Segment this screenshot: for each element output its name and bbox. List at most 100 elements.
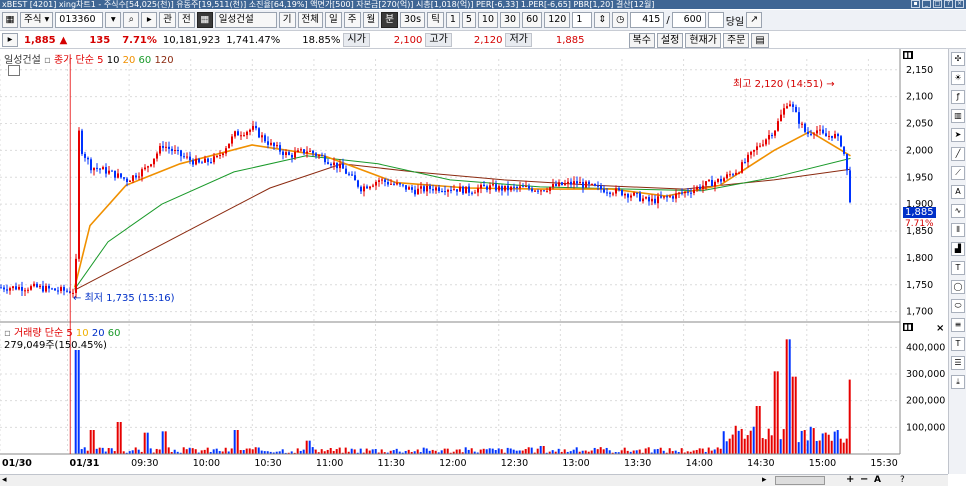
tool-indicator-icon[interactable]: ▥ xyxy=(951,109,965,123)
volume-bar xyxy=(731,434,734,454)
layout-icon[interactable]: ▤ xyxy=(751,32,769,48)
scroll-right-icon[interactable]: ▸ xyxy=(762,475,767,485)
interval-spin-input[interactable]: 1 xyxy=(572,12,593,28)
tool-all-icon[interactable]: ≡ xyxy=(951,318,965,332)
close-icon[interactable]: × xyxy=(955,0,964,8)
chart-area[interactable]: 2,150 2,100 2,050 2,000 1,950 1,900 1,850 1,800… xyxy=(0,49,966,486)
candle-body xyxy=(600,185,602,190)
candle-body xyxy=(141,169,143,177)
maximize-icon[interactable]: □ xyxy=(933,0,942,8)
volume-bar xyxy=(95,448,98,454)
candle-body xyxy=(447,189,449,192)
volume-bar xyxy=(632,450,635,454)
pin-icon[interactable]: ▪ xyxy=(911,0,920,8)
zoom-in-icon[interactable]: + xyxy=(846,474,854,485)
settings-button[interactable]: 설정 xyxy=(656,32,684,48)
order-button[interactable]: 주문 xyxy=(722,32,750,48)
candle-body xyxy=(582,181,584,188)
period-tick-button[interactable]: 틱 xyxy=(427,12,444,28)
scroll-left-icon[interactable]: ◂ xyxy=(2,475,7,485)
tool-trendline-icon[interactable]: ⟋ xyxy=(951,166,965,180)
tool-function-icon[interactable]: ƒ xyxy=(951,90,965,104)
period-button-gi[interactable]: 기 xyxy=(278,12,296,28)
stock-code-input[interactable]: 013360 xyxy=(55,12,104,28)
period-day-button[interactable]: 일 xyxy=(325,12,342,28)
tool-candle-icon[interactable]: ⫴ xyxy=(951,223,965,237)
candle-body xyxy=(480,184,482,189)
volume-bar xyxy=(257,447,260,454)
market-type-select[interactable]: 주식 ▾ xyxy=(20,12,54,28)
volume-bar xyxy=(359,448,362,454)
today-checkbox[interactable] xyxy=(707,12,724,28)
minute-5-button[interactable]: 5 xyxy=(461,12,476,28)
zoom-out-icon[interactable]: − xyxy=(860,474,868,485)
price-panel-menu-icon[interactable]: ▮▮ xyxy=(903,51,913,59)
next-arrow-icon[interactable]: ▸ xyxy=(141,12,158,28)
tool-bulb-icon[interactable]: ☀ xyxy=(951,71,965,85)
volume-bar xyxy=(326,449,329,454)
volume-panel-menu-icon[interactable]: ▮▮ xyxy=(903,323,913,331)
candle-body xyxy=(846,153,848,171)
minute-30-button[interactable]: 30 xyxy=(500,12,521,28)
period-button-all[interactable]: 전체 xyxy=(297,12,324,28)
help-question-icon[interactable]: ? xyxy=(900,475,905,485)
help-icon[interactable]: ? xyxy=(944,0,953,8)
minute-120-button[interactable]: 120 xyxy=(544,12,571,28)
tool-crosshair-icon[interactable]: ✣ xyxy=(951,52,965,66)
minute-10-button[interactable]: 10 xyxy=(477,12,498,28)
display-count-input[interactable]: 415 xyxy=(630,12,665,28)
horizontal-scrollbar[interactable]: ◂ ▸ + − A ? xyxy=(0,474,948,486)
tool-shape-icon[interactable]: ⬭ xyxy=(951,299,965,313)
clock-icon[interactable]: ◷ xyxy=(612,12,629,28)
code-dropdown-icon[interactable]: ▾ xyxy=(105,12,122,28)
volume-bar xyxy=(590,450,593,454)
tool-bar-icon[interactable]: ▟ xyxy=(951,242,965,256)
all-button[interactable]: 전 xyxy=(178,12,195,28)
open-label: 시가 xyxy=(343,33,370,47)
volume-bar xyxy=(89,430,92,454)
tool-text2-icon[interactable]: T xyxy=(951,337,965,351)
volume-panel-close-icon[interactable]: × xyxy=(936,323,944,334)
expand-icon[interactable]: ▸ xyxy=(2,33,18,47)
period-week-button[interactable]: 주 xyxy=(343,12,361,28)
tool-export-icon[interactable]: ⤓ xyxy=(951,375,965,389)
period-month-button[interactable]: 월 xyxy=(362,12,380,28)
candle-body xyxy=(576,181,578,184)
candle-body xyxy=(393,183,395,185)
panel-toggle-icon[interactable] xyxy=(8,65,20,76)
chart-style-icon[interactable]: ↗ xyxy=(746,12,763,28)
period-minute-button[interactable]: 분 xyxy=(381,12,399,28)
time-tick-label: 13:30 xyxy=(624,458,651,469)
chart-svg[interactable]: 2,1502,1002,0502,0001,9501,9001,8501,800… xyxy=(0,49,948,474)
tool-wave-icon[interactable]: ∿ xyxy=(951,204,965,218)
tool-line-icon[interactable]: ╱ xyxy=(951,147,965,161)
auto-scale-icon[interactable]: A xyxy=(874,475,881,485)
candle-body xyxy=(810,133,812,135)
quote-button[interactable]: 현재가 xyxy=(685,32,721,48)
period-30s-button[interactable]: 30s xyxy=(400,12,426,28)
search-icon[interactable]: ⌕ xyxy=(123,12,140,28)
candle-body xyxy=(669,196,671,198)
scroll-thumb[interactable] xyxy=(775,476,825,485)
tool-auto-icon[interactable]: A xyxy=(951,185,965,199)
time-tick-label: 12:00 xyxy=(439,458,466,469)
watch-button[interactable]: 관 xyxy=(159,12,177,28)
minimize-icon[interactable]: _ xyxy=(922,0,931,8)
chart-menu-icon[interactable]: ▦ xyxy=(2,12,18,28)
minute-1-button[interactable]: 1 xyxy=(445,12,460,28)
spin-arrows-icon[interactable]: ⇕ xyxy=(594,12,611,28)
candle-body xyxy=(258,128,260,138)
candle-body xyxy=(99,168,101,170)
tool-ellipse-icon[interactable]: ◯ xyxy=(951,280,965,294)
candle-body xyxy=(342,163,344,169)
total-count-input[interactable]: 600 xyxy=(671,12,706,28)
tool-cursor-icon[interactable]: ➤ xyxy=(951,128,965,142)
tool-text-icon[interactable]: T xyxy=(951,261,965,275)
candle-body xyxy=(678,192,680,194)
grid-icon[interactable]: ▦ xyxy=(196,12,213,28)
multi-button[interactable]: 복수 xyxy=(628,32,655,48)
price-tick-label: 1,750 xyxy=(906,280,933,291)
tool-list-icon[interactable]: ☰ xyxy=(951,356,965,370)
minute-60-button[interactable]: 60 xyxy=(522,12,543,28)
candle-body xyxy=(783,108,785,115)
